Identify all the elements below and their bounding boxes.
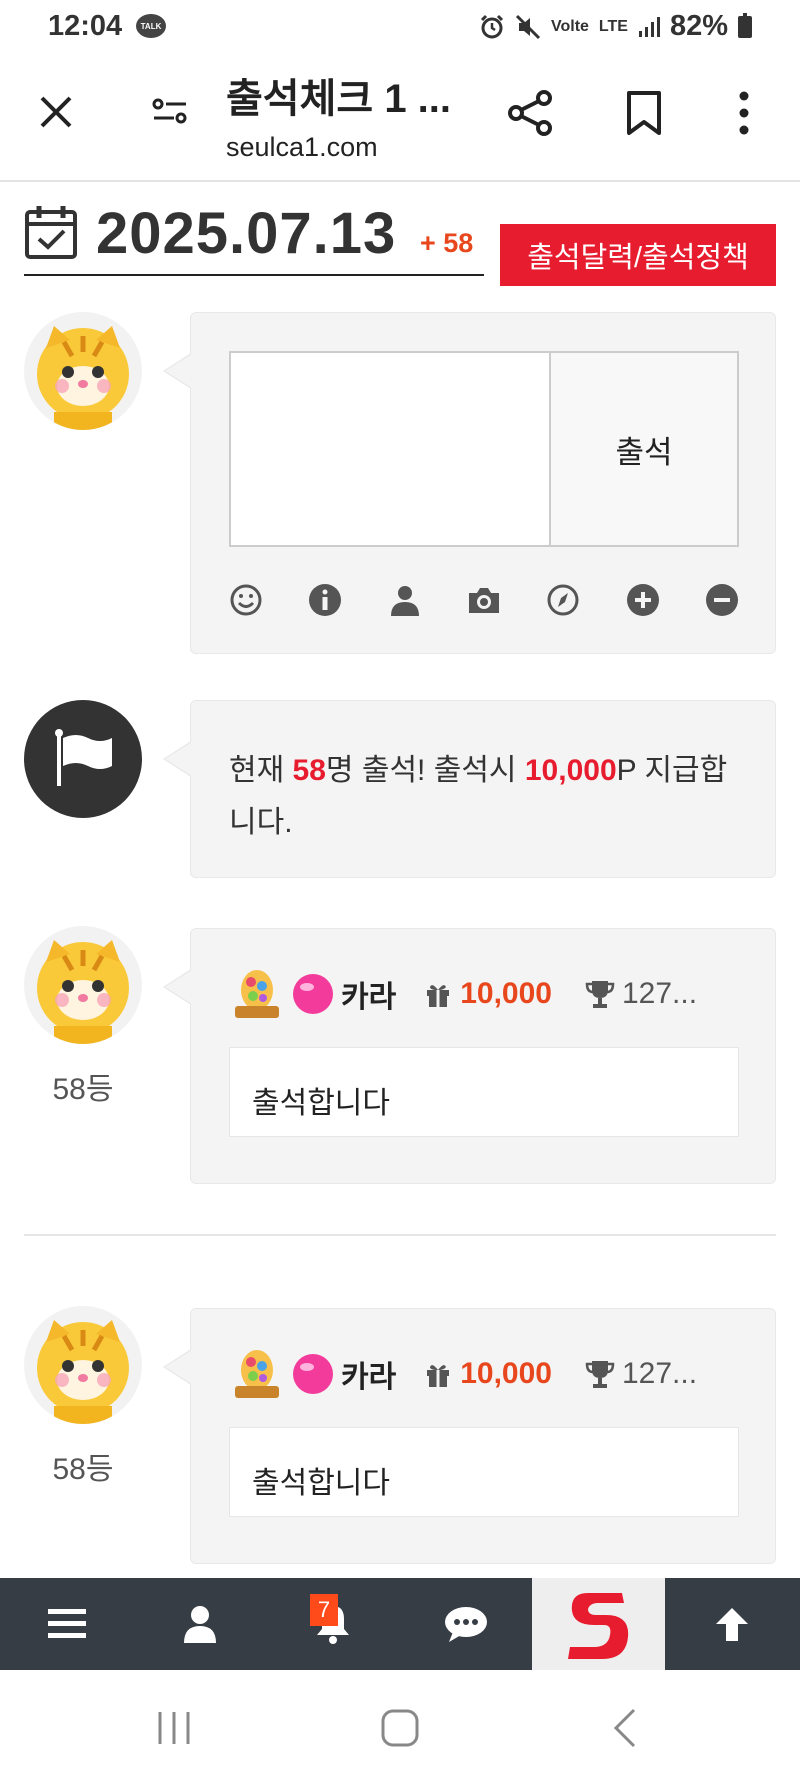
- nav-scroll-top-button[interactable]: [665, 1578, 798, 1670]
- browser-toolbar: 출석체크 1 ... seulca1.com: [0, 56, 800, 182]
- entry-meta: 카라 10,000 127...: [229, 969, 745, 1019]
- level-egg-badge-icon: [235, 1350, 279, 1398]
- compose-toolbar: [229, 583, 739, 617]
- nav-chat-button[interactable]: [399, 1578, 532, 1670]
- attendance-comment-input[interactable]: [229, 351, 551, 547]
- nav-menu-button[interactable]: [0, 1578, 133, 1670]
- share-icon[interactable]: [506, 88, 556, 138]
- info-icon[interactable]: [308, 583, 342, 617]
- entry-nickname[interactable]: 카라: [341, 1352, 396, 1396]
- nav-profile-button[interactable]: [133, 1578, 266, 1670]
- status-bar: 12:04 TALK Volte LTE 82%: [0, 0, 800, 56]
- home-icon[interactable]: [378, 1706, 422, 1750]
- gift-icon: [427, 1365, 450, 1387]
- bookmark-icon[interactable]: [624, 90, 664, 136]
- signal-icon: [638, 16, 660, 37]
- bottom-app-nav: 7: [0, 1578, 800, 1670]
- more-icon[interactable]: [736, 90, 752, 136]
- user-icon[interactable]: [388, 583, 422, 617]
- minus-circle-icon[interactable]: [705, 583, 739, 617]
- trophy-icon: [585, 981, 615, 1008]
- entry-avatar[interactable]: [24, 926, 142, 1044]
- gift-icon: [427, 985, 450, 1007]
- notice-text: 현재 58명 출석! 출석시 10,000P 지급합니다.: [229, 745, 737, 849]
- attendance-entry: 카라 10,000 127... 출석합니다: [163, 928, 776, 1184]
- entry-nickname[interactable]: 카라: [341, 972, 396, 1016]
- compass-icon[interactable]: [546, 583, 580, 617]
- entry-count: 127...: [621, 977, 698, 1010]
- attendance-date: 2025.07.13: [96, 201, 397, 266]
- tiger-avatar-image: [37, 1320, 129, 1424]
- lte-indicator: LTE: [598, 17, 628, 35]
- back-icon[interactable]: [604, 1706, 648, 1750]
- close-icon[interactable]: [36, 92, 76, 132]
- notice-avatar: [24, 700, 142, 818]
- plus-circle-icon[interactable]: [626, 583, 660, 617]
- pink-ball-badge-icon: [293, 1354, 333, 1394]
- battery-icon: [738, 12, 752, 38]
- menu-icon: [47, 1609, 86, 1638]
- recent-apps-icon[interactable]: [152, 1706, 196, 1750]
- notice-middle: 명 출석! 출석시: [325, 754, 525, 787]
- arrow-up-icon: [715, 1608, 748, 1641]
- notification-count-badge: 7: [310, 1594, 338, 1626]
- entry-message: 출석합니다: [229, 1427, 739, 1517]
- entry-rank: 58등: [52, 1453, 114, 1486]
- pink-ball-badge-icon: [293, 974, 333, 1014]
- trophy-icon: [585, 1361, 615, 1388]
- status-indicators: Volte LTE 82%: [479, 10, 752, 43]
- tiger-avatar-image: [37, 940, 129, 1044]
- site-logo-icon: [567, 1593, 628, 1659]
- page-title[interactable]: 출석체크 1 ...: [226, 66, 451, 124]
- entry-divider: [24, 1234, 776, 1236]
- entry-count: 127...: [621, 1357, 698, 1390]
- flag-icon: [55, 729, 112, 786]
- entry-meta: 카라 10,000 127...: [229, 1349, 745, 1399]
- chat-icon: [444, 1607, 487, 1642]
- page-url[interactable]: seulca1.com: [226, 132, 378, 163]
- entry-rank: 58등: [52, 1073, 114, 1106]
- entry-message: 출석합니다: [229, 1047, 739, 1137]
- user-icon: [183, 1606, 216, 1643]
- tiger-avatar-image: [37, 326, 129, 430]
- notice-points: 10,000: [524, 754, 617, 787]
- notice-prefix: 현재: [229, 754, 293, 787]
- attendance-date-row: 2025.07.13 + 58: [24, 200, 484, 276]
- nav-notifications-button[interactable]: 7: [266, 1578, 399, 1670]
- entry-points: 10,000: [460, 1357, 552, 1390]
- attendance-notice: 현재 58명 출석! 출석시 10,000P 지급합니다.: [163, 700, 776, 878]
- calendar-check-icon: [25, 206, 77, 259]
- status-time: 12:04: [48, 10, 123, 42]
- attendance-entry: 카라 10,000 127... 출석합니다: [163, 1308, 776, 1564]
- filter-icon[interactable]: [150, 92, 190, 132]
- compose-panel: 출석: [163, 312, 776, 654]
- system-navigation-bar: [0, 1670, 800, 1784]
- user-avatar: [24, 312, 142, 430]
- entry-avatar[interactable]: [24, 1306, 142, 1424]
- talk-notification-icon: TALK: [136, 14, 166, 38]
- attendance-plus-count: + 58: [420, 228, 474, 258]
- notice-count: 58: [292, 754, 326, 787]
- camera-icon[interactable]: [467, 583, 501, 617]
- volte-indicator: Volte: [550, 17, 589, 35]
- alarm-icon: [480, 14, 504, 38]
- smile-icon[interactable]: [229, 583, 263, 617]
- nav-site-logo-button[interactable]: [532, 1578, 665, 1670]
- entry-points: 10,000: [460, 977, 552, 1010]
- attendance-policy-button[interactable]: 출석달력/출석정책: [500, 224, 776, 286]
- level-egg-badge-icon: [235, 970, 279, 1018]
- battery-percent: 82%: [669, 10, 728, 42]
- mute-icon: [515, 14, 541, 39]
- attend-submit-button[interactable]: 출석: [549, 351, 739, 547]
